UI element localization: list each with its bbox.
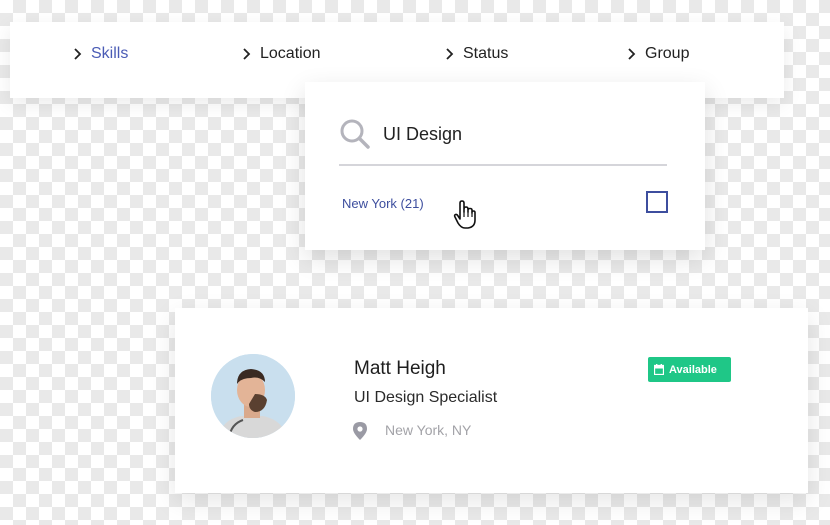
filter-group[interactable]: Group — [626, 45, 689, 63]
filter-location-label: Location — [260, 45, 321, 62]
filter-status[interactable]: Status — [444, 45, 508, 63]
map-pin-icon — [353, 422, 367, 440]
skills-dropdown: New York (21) — [305, 82, 705, 250]
profile-card[interactable]: Matt Heigh UI Design Specialist New York… — [175, 308, 808, 493]
status-badge-label: Available — [669, 363, 717, 376]
location-option-new-york[interactable]: New York (21) — [342, 196, 424, 211]
filter-status-label: Status — [463, 45, 509, 62]
chevron-right-icon — [241, 47, 252, 61]
filter-skills[interactable]: Skills — [72, 45, 128, 63]
profile-name: Matt Heigh — [354, 358, 446, 379]
profile-job-title: UI Design Specialist — [354, 389, 498, 406]
search-row — [339, 116, 667, 166]
location-checkbox[interactable] — [646, 191, 668, 213]
search-icon — [339, 118, 371, 150]
status-badge: Available — [648, 357, 731, 382]
hand-cursor-icon — [453, 200, 477, 230]
filter-group-label: Group — [645, 45, 690, 62]
avatar — [211, 354, 295, 438]
profile-location: New York, NY — [385, 422, 472, 438]
filter-location[interactable]: Location — [241, 45, 321, 63]
calendar-icon — [654, 364, 664, 375]
chevron-right-icon — [626, 47, 637, 61]
filter-skills-label: Skills — [91, 45, 129, 62]
search-input[interactable] — [383, 120, 653, 148]
chevron-right-icon — [72, 47, 83, 61]
chevron-right-icon — [444, 47, 455, 61]
